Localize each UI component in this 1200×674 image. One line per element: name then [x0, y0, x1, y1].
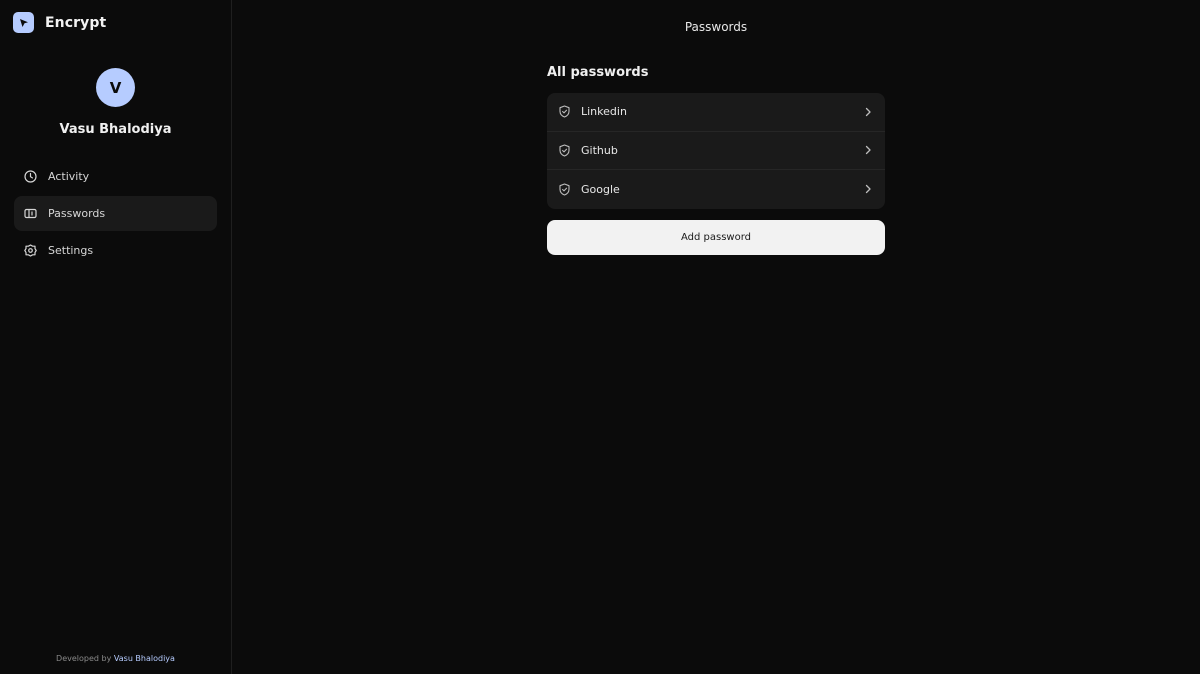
app-root: Encrypt V Vasu Bhalodiya Activity Passwo…	[0, 0, 1200, 674]
play-arrow-icon	[13, 12, 34, 33]
brand[interactable]: Encrypt	[13, 12, 106, 33]
sidebar-item-label: Passwords	[48, 207, 106, 220]
sidebar: Encrypt V Vasu Bhalodiya Activity Passwo…	[0, 0, 232, 674]
sidebar-item-activity[interactable]: Activity	[14, 159, 217, 194]
password-item-github[interactable]: Github	[547, 132, 885, 170]
chevron-right-icon	[863, 145, 873, 155]
sidebar-item-label: Settings	[48, 244, 94, 257]
avatar[interactable]: V	[96, 68, 135, 107]
password-item-label: Github	[581, 143, 618, 157]
sidebar-item-settings[interactable]: Settings	[14, 233, 217, 268]
shield-check-icon	[558, 183, 571, 196]
password-item-label: Linkedin	[581, 105, 627, 119]
footer-prefix: Developed by	[56, 654, 112, 663]
profile-name: Vasu Bhalodiya	[59, 122, 172, 137]
footer-author-link[interactable]: Vasu Bhalodiya	[114, 654, 175, 663]
password-item-google[interactable]: Google	[547, 170, 885, 209]
password-item-label: Google	[581, 182, 620, 196]
password-list: Linkedin Github Google	[547, 93, 885, 209]
passwords-panel: All passwords Linkedin Github Google Add…	[547, 65, 885, 255]
passwords-icon	[24, 207, 37, 220]
sidebar-nav: Activity Passwords Settings	[14, 159, 217, 268]
sidebar-item-passwords[interactable]: Passwords	[14, 196, 217, 231]
sidebar-item-label: Activity	[48, 170, 90, 183]
user-profile: V Vasu Bhalodiya	[0, 68, 231, 137]
page-title: Passwords	[684, 20, 748, 34]
chevron-right-icon	[863, 184, 873, 194]
section-title: All passwords	[547, 65, 649, 80]
main-content: Passwords All passwords Linkedin Github …	[232, 0, 1200, 674]
shield-check-icon	[558, 144, 571, 157]
brand-name: Encrypt	[45, 14, 107, 31]
password-item-linkedin[interactable]: Linkedin	[547, 93, 885, 132]
gear-icon	[24, 244, 37, 257]
clock-icon	[24, 170, 37, 183]
add-password-button[interactable]: Add password	[547, 219, 885, 255]
shield-check-icon	[558, 105, 571, 118]
chevron-right-icon	[863, 107, 873, 117]
footer-credit: Developed by Vasu Bhalodiya	[0, 654, 231, 663]
